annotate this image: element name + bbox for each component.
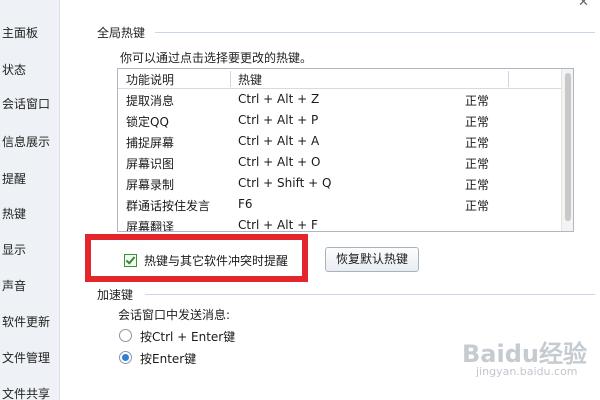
hotkey-function: 群通话按住发言 bbox=[126, 199, 211, 213]
hotkey-list[interactable]: 功能说明 热键 提取消息 Ctrl + Alt + Z 正常 锁定QQ Ctrl… bbox=[117, 68, 574, 232]
sidebar-item-status[interactable]: 状态 bbox=[2, 59, 59, 81]
hotkey-function: 屏幕翻译 bbox=[126, 220, 175, 232]
hotkey-row[interactable]: 屏幕识图 Ctrl + Alt + O 正常 bbox=[118, 153, 562, 174]
sidebar-item-info-display[interactable]: 信息展示 bbox=[2, 131, 59, 153]
hotkey-status: 正常 bbox=[465, 199, 490, 213]
hotkey-status: 正常 bbox=[465, 94, 490, 108]
radio-ctrl-enter-label[interactable]: 按Ctrl + Enter键 bbox=[140, 328, 235, 345]
hotkey-row[interactable]: 群通话按住发言 F6 正常 bbox=[118, 195, 562, 216]
hotkey-combo: Ctrl + Alt + Z bbox=[238, 92, 320, 106]
hotkey-row[interactable]: 提取消息 Ctrl + Alt + Z 正常 bbox=[118, 90, 562, 111]
close-icon[interactable]: ✕ bbox=[578, 0, 589, 10]
column-separator bbox=[508, 71, 509, 87]
hotkey-combo: Ctrl + Alt + O bbox=[238, 155, 321, 169]
hotkey-row[interactable]: 屏幕翻译 Ctrl + Alt + F bbox=[118, 216, 562, 232]
conflict-reminder-checkbox[interactable] bbox=[124, 254, 137, 267]
global-hotkeys-title: 全局热键 bbox=[97, 26, 146, 40]
hotkey-combo: F6 bbox=[238, 197, 253, 211]
column-separator bbox=[230, 71, 231, 87]
watermark-logo: Baidu经验 bbox=[462, 340, 587, 368]
hotkey-function: 提取消息 bbox=[126, 94, 175, 108]
sidebar-item-main-panel[interactable]: 主面板 bbox=[2, 22, 59, 44]
hotkey-function: 屏幕识图 bbox=[126, 157, 175, 171]
hotkey-combo: Ctrl + Alt + A bbox=[238, 134, 320, 148]
hotkey-function: 捕捉屏幕 bbox=[126, 136, 175, 150]
hotkey-function: 屏幕录制 bbox=[126, 178, 175, 192]
hotkey-row[interactable]: 锁定QQ Ctrl + Alt + P 正常 bbox=[118, 111, 562, 132]
sidebar-item-file-sharing[interactable]: 文件共享 bbox=[2, 383, 59, 400]
settings-sidebar: 主面板 状态 会话窗口 信息展示 提醒 热键 显示 声音 软件更新 文件管理 文… bbox=[0, 0, 60, 400]
section-divider bbox=[155, 32, 595, 33]
hotkey-list-scrollbar[interactable] bbox=[561, 69, 573, 231]
hotkey-hint-text: 你可以通过点击选择要更改的热键。 bbox=[120, 51, 313, 65]
hotkey-combo: Ctrl + Alt + F bbox=[238, 218, 318, 232]
section-divider bbox=[145, 294, 595, 295]
watermark-url: jingyan.baidu.com bbox=[476, 365, 578, 378]
hotkey-row[interactable]: 屏幕录制 Ctrl + Shift + Q 正常 bbox=[118, 174, 562, 195]
hotkey-list-header: 功能说明 热键 bbox=[118, 69, 562, 89]
scrollbar-thumb[interactable] bbox=[565, 73, 571, 221]
hotkey-settings-panel: ✕ 全局热键 你可以通过点击选择要更改的热键。 功能说明 热键 提取消息 Ctr… bbox=[60, 0, 600, 400]
radio-enter-label[interactable]: 按Enter键 bbox=[140, 350, 196, 367]
sidebar-item-chat-window[interactable]: 会话窗口 bbox=[2, 93, 59, 115]
restore-default-hotkeys-button[interactable]: 恢复默认热键 bbox=[325, 247, 419, 272]
hotkey-status: 正常 bbox=[465, 115, 490, 129]
sidebar-item-file-management[interactable]: 文件管理 bbox=[2, 347, 59, 369]
checkmark-icon bbox=[125, 254, 136, 265]
radio-ctrl-enter[interactable] bbox=[119, 329, 132, 342]
hotkey-function: 锁定QQ bbox=[126, 115, 169, 129]
column-header-hotkey[interactable]: 热键 bbox=[238, 71, 262, 88]
sidebar-item-software-update[interactable]: 软件更新 bbox=[2, 311, 59, 333]
column-header-function[interactable]: 功能说明 bbox=[126, 71, 174, 88]
hotkey-combo: Ctrl + Alt + P bbox=[238, 113, 319, 127]
hotkey-row[interactable]: 捕捉屏幕 Ctrl + Alt + A 正常 bbox=[118, 132, 562, 153]
send-message-label: 会话窗口中发送消息: bbox=[118, 308, 231, 322]
radio-enter[interactable] bbox=[119, 351, 132, 364]
sidebar-item-reminder[interactable]: 提醒 bbox=[2, 168, 59, 190]
accelerator-title: 加速键 bbox=[97, 288, 134, 302]
sidebar-item-hotkeys[interactable]: 热键 bbox=[2, 203, 59, 225]
sidebar-item-display[interactable]: 显示 bbox=[2, 239, 59, 261]
sidebar-item-sound[interactable]: 声音 bbox=[2, 275, 59, 297]
hotkey-status: 正常 bbox=[465, 157, 490, 171]
hotkey-status: 正常 bbox=[465, 136, 490, 150]
conflict-reminder-label[interactable]: 热键与其它软件冲突时提醒 bbox=[144, 252, 288, 269]
baidu-watermark: Baidu经验 jingyan.baidu.com bbox=[462, 334, 600, 386]
hotkey-combo: Ctrl + Shift + Q bbox=[238, 176, 332, 190]
hotkey-status: 正常 bbox=[465, 178, 490, 192]
radio-selected-dot bbox=[122, 354, 129, 361]
